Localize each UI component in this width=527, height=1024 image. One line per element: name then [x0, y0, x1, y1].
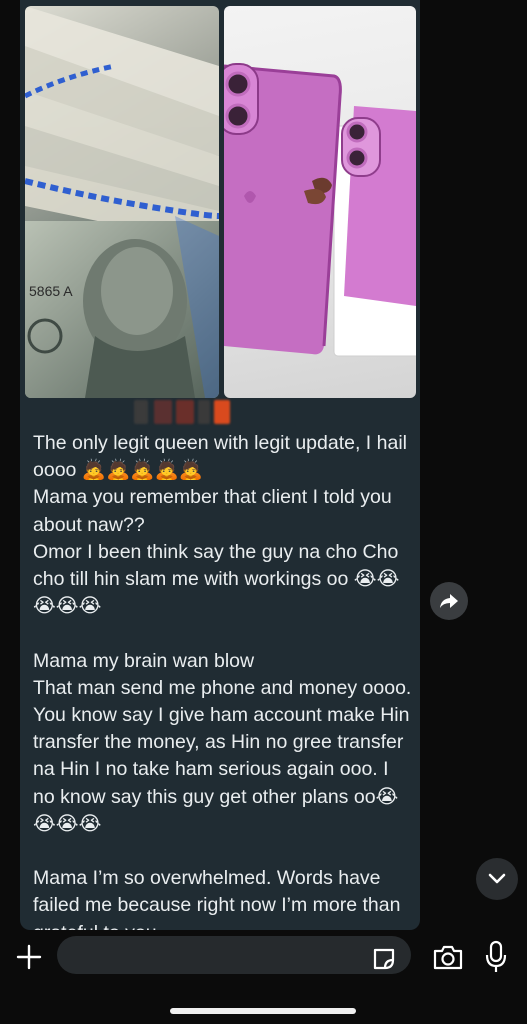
sticker-icon: [373, 948, 395, 970]
scroll-to-bottom-button[interactable]: [476, 858, 518, 900]
message-input[interactable]: [57, 936, 411, 974]
home-indicator: [170, 1008, 356, 1014]
pink-phones-image: [224, 63, 416, 357]
microphone-button[interactable]: [483, 939, 509, 975]
money-photo[interactable]: 5865 A: [25, 6, 219, 398]
plus-icon: [16, 944, 42, 970]
sticker-button[interactable]: [370, 945, 398, 973]
message-composer: [0, 930, 527, 1024]
camera-icon: [433, 945, 463, 970]
pink-phones-photo[interactable]: [224, 6, 416, 398]
share-arrow-icon: [440, 594, 458, 608]
attach-button[interactable]: [14, 942, 44, 972]
blurred-sender-name: [134, 400, 234, 426]
message-bubble[interactable]: 5865 A The only legit queen with legit u…: [20, 0, 420, 930]
chevron-down-icon: [488, 873, 506, 884]
camera-button[interactable]: [432, 942, 464, 972]
share-button[interactable]: [430, 582, 468, 620]
microphone-icon: [485, 940, 507, 972]
svg-text:5865 A: 5865 A: [29, 283, 73, 299]
message-text: The only legit queen with legit update, …: [33, 432, 412, 930]
money-photo-image: 5865 A: [25, 6, 219, 398]
